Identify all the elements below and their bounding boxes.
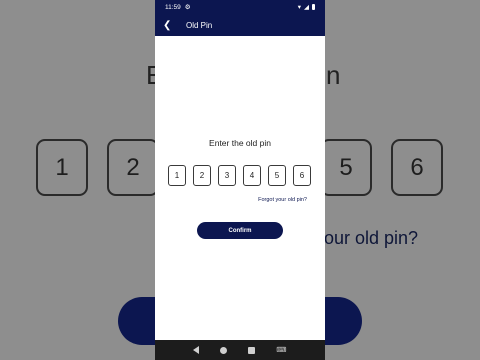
system-nav-bar: ⌨ <box>155 340 325 360</box>
keyboard-icon[interactable]: ⌨ <box>276 346 286 354</box>
pin-digit-box[interactable]: 4 <box>243 165 261 186</box>
arrow-back-icon[interactable]: ❮ <box>163 20 177 31</box>
pin-digit-box[interactable]: 3 <box>218 165 236 186</box>
status-time: 11:59 <box>165 3 181 11</box>
pin-digit-box[interactable]: 2 <box>193 165 211 186</box>
battery-icon <box>312 4 315 10</box>
wifi-icon: ▾ <box>297 4 301 11</box>
nav-back-icon[interactable] <box>193 346 200 354</box>
pin-input-row: 1 2 3 4 5 6 <box>168 165 313 186</box>
phone-screen: 11:59 ⚙ ▾ ◢ ❮ Old Pin Enter the old pin … <box>155 0 325 360</box>
main-content: Enter the old pin 1 2 3 4 5 6 Forgot you… <box>155 36 325 340</box>
forgot-pin-link[interactable]: Forgot your old pin? <box>258 197 307 203</box>
app-bar: ❮ Old Pin <box>155 14 325 36</box>
page-title: Old Pin <box>186 20 213 30</box>
nav-home-icon[interactable] <box>220 346 228 354</box>
signal-icon: ◢ <box>304 4 309 11</box>
background-pin-box: 6 <box>391 139 443 196</box>
status-bar: 11:59 ⚙ ▾ ◢ <box>155 0 325 14</box>
pin-prompt: Enter the old pin <box>209 138 271 148</box>
pin-digit-box[interactable]: 1 <box>168 165 186 186</box>
pin-digit-box[interactable]: 5 <box>268 165 286 186</box>
nav-recents-icon[interactable] <box>248 346 256 354</box>
confirm-button[interactable]: Confirm <box>197 222 283 239</box>
background-pin-box: 2 <box>107 139 159 196</box>
background-pin-box: 1 <box>36 139 88 196</box>
background-pin-box: 5 <box>320 139 372 196</box>
pin-digit-box[interactable]: 6 <box>293 165 311 186</box>
gear-icon: ⚙ <box>184 4 191 11</box>
